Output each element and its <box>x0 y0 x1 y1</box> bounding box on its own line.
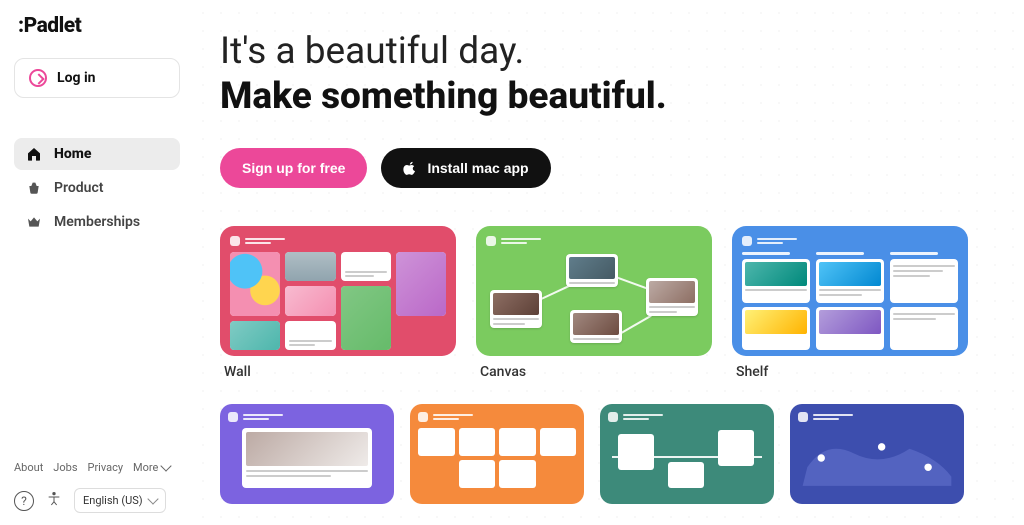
language-label: English (US) <box>83 494 143 507</box>
cta-row: Sign up for free Install mac app <box>220 148 1004 188</box>
headline-line1: It's a beautiful day. <box>220 30 1004 73</box>
template-card-row2-3[interactable] <box>600 404 774 504</box>
template-card-canvas[interactable]: Canvas <box>476 226 712 380</box>
template-card-shelf[interactable]: Shelf <box>732 226 968 380</box>
templates-row-2 <box>220 404 1004 504</box>
chevron-down-icon <box>161 460 172 471</box>
nav-item-product[interactable]: Product <box>14 172 180 204</box>
headline-line2: Make something beautiful. <box>220 75 1004 118</box>
footer-privacy[interactable]: Privacy <box>88 461 124 474</box>
nav-item-home[interactable]: Home <box>14 138 180 170</box>
login-button[interactable]: Log in <box>14 58 180 98</box>
nav-label: Memberships <box>54 214 140 230</box>
crown-icon <box>26 214 42 230</box>
chevron-down-icon <box>147 493 158 504</box>
signup-button[interactable]: Sign up for free <box>220 148 367 188</box>
template-label: Wall <box>220 364 456 380</box>
template-label: Canvas <box>476 364 712 380</box>
language-select[interactable]: English (US) <box>74 488 166 513</box>
nav-label: Home <box>54 146 91 162</box>
map-icon <box>798 428 956 488</box>
footer-more[interactable]: More <box>133 461 170 474</box>
nav-label: Product <box>54 180 103 196</box>
template-label: Shelf <box>732 364 968 380</box>
template-card-row2-2[interactable] <box>410 404 584 504</box>
footer-jobs[interactable]: Jobs <box>53 461 77 474</box>
install-app-button[interactable]: Install mac app <box>381 148 550 188</box>
main-content: It's a beautiful day. Make something bea… <box>190 0 1024 525</box>
help-icon[interactable]: ? <box>14 491 34 511</box>
templates-row-1: Wall Canvas <box>220 226 1004 380</box>
apple-icon <box>403 160 417 176</box>
template-preview-wall <box>220 226 456 356</box>
install-label: Install mac app <box>427 160 528 176</box>
template-card-row2-1[interactable] <box>220 404 394 504</box>
template-card-row2-4[interactable] <box>790 404 964 504</box>
signup-label: Sign up for free <box>242 160 345 176</box>
primary-nav: Home Product Memberships <box>14 138 180 238</box>
sidebar: :Padlet Log in Home Product <box>0 0 190 525</box>
footer-about[interactable]: About <box>14 461 43 474</box>
login-label: Log in <box>57 70 96 86</box>
home-icon <box>26 146 42 162</box>
sidebar-footer: About Jobs Privacy More ? English (US) <box>14 461 180 513</box>
brand-logo[interactable]: :Padlet <box>14 12 180 48</box>
nav-item-memberships[interactable]: Memberships <box>14 206 180 238</box>
template-preview-shelf <box>732 226 968 356</box>
login-arrow-icon <box>29 69 47 87</box>
template-card-wall[interactable]: Wall <box>220 226 456 380</box>
template-preview-canvas <box>476 226 712 356</box>
basket-icon <box>26 180 42 196</box>
footer-links: About Jobs Privacy More <box>14 461 180 474</box>
accessibility-icon[interactable] <box>46 491 62 510</box>
